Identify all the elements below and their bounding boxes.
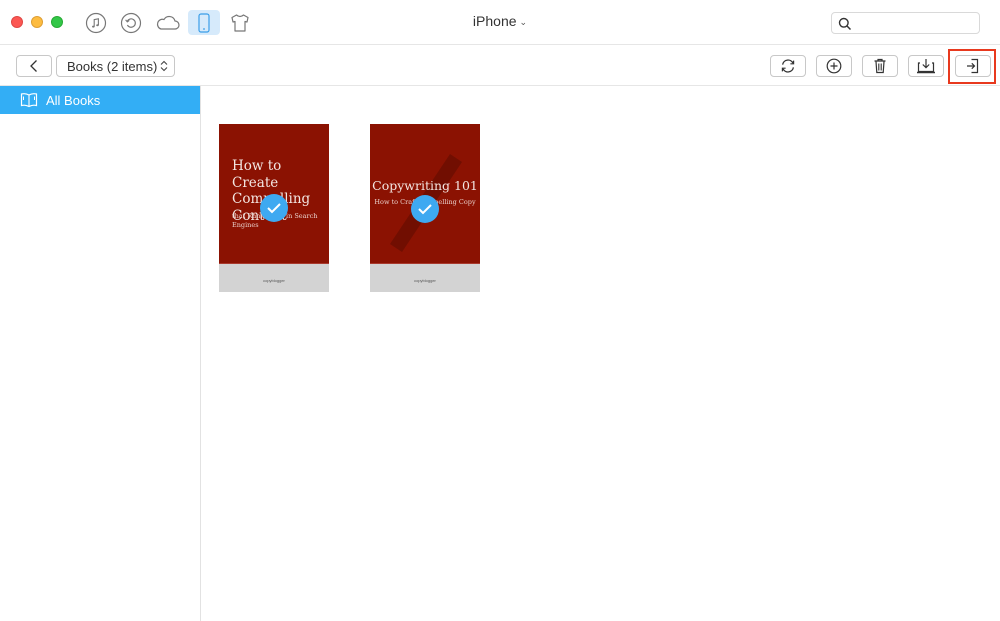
search-input[interactable] bbox=[831, 12, 980, 34]
sidebar-item-all-books[interactable]: All Books bbox=[0, 86, 200, 114]
close-window-button[interactable] bbox=[11, 16, 23, 28]
selected-check-icon[interactable] bbox=[260, 194, 288, 222]
refresh-button[interactable] bbox=[770, 55, 806, 77]
back-button[interactable] bbox=[16, 55, 52, 77]
sidebar: All Books bbox=[0, 86, 201, 621]
add-button[interactable] bbox=[816, 55, 852, 77]
delete-button[interactable] bbox=[862, 55, 898, 77]
minimize-window-button[interactable] bbox=[31, 16, 43, 28]
shirt-icon[interactable] bbox=[224, 10, 256, 35]
trash-icon bbox=[874, 58, 886, 74]
plus-circle-icon bbox=[826, 58, 842, 74]
export-to-computer-button[interactable] bbox=[908, 55, 944, 77]
search-icon bbox=[838, 17, 852, 31]
updown-chevron-icon bbox=[160, 60, 168, 72]
title-bar: iPhone ⌄ bbox=[0, 0, 1000, 45]
category-select[interactable]: Books (2 items) bbox=[56, 55, 175, 77]
book-item[interactable]: How to Create Compelling Content that Ra… bbox=[219, 124, 329, 292]
device-name[interactable]: iPhone bbox=[473, 13, 517, 29]
app-window: iPhone ⌄ Books (2 items) All Books How t… bbox=[0, 0, 1000, 621]
book-item[interactable]: Copywriting 101 How to Craft Compelling … bbox=[370, 124, 480, 292]
book-title: Copywriting 101 bbox=[372, 178, 478, 193]
book-publisher: copyblogger bbox=[414, 278, 436, 283]
music-icon[interactable] bbox=[80, 10, 112, 35]
maximize-window-button[interactable] bbox=[51, 16, 63, 28]
refresh-icon bbox=[781, 59, 795, 73]
book-footer: copyblogger bbox=[219, 263, 329, 292]
book-icon bbox=[20, 93, 38, 108]
books-grid: How to Create Compelling Content that Ra… bbox=[201, 86, 1000, 621]
chevron-left-icon bbox=[30, 60, 37, 72]
cloud-icon[interactable] bbox=[152, 10, 184, 35]
category-label: Books (2 items) bbox=[67, 58, 158, 74]
device-icon[interactable] bbox=[188, 10, 220, 35]
restore-icon[interactable] bbox=[115, 10, 147, 35]
book-publisher: copyblogger bbox=[263, 278, 285, 283]
export-icon bbox=[917, 59, 935, 74]
chevron-down-icon[interactable]: ⌄ bbox=[520, 17, 528, 27]
import-icon bbox=[967, 58, 979, 74]
book-footer: copyblogger bbox=[370, 263, 480, 292]
selected-check-icon[interactable] bbox=[411, 195, 439, 223]
import-to-device-button[interactable] bbox=[955, 55, 991, 77]
toolbar: Books (2 items) bbox=[0, 46, 1000, 86]
sidebar-item-label: All Books bbox=[46, 92, 101, 108]
